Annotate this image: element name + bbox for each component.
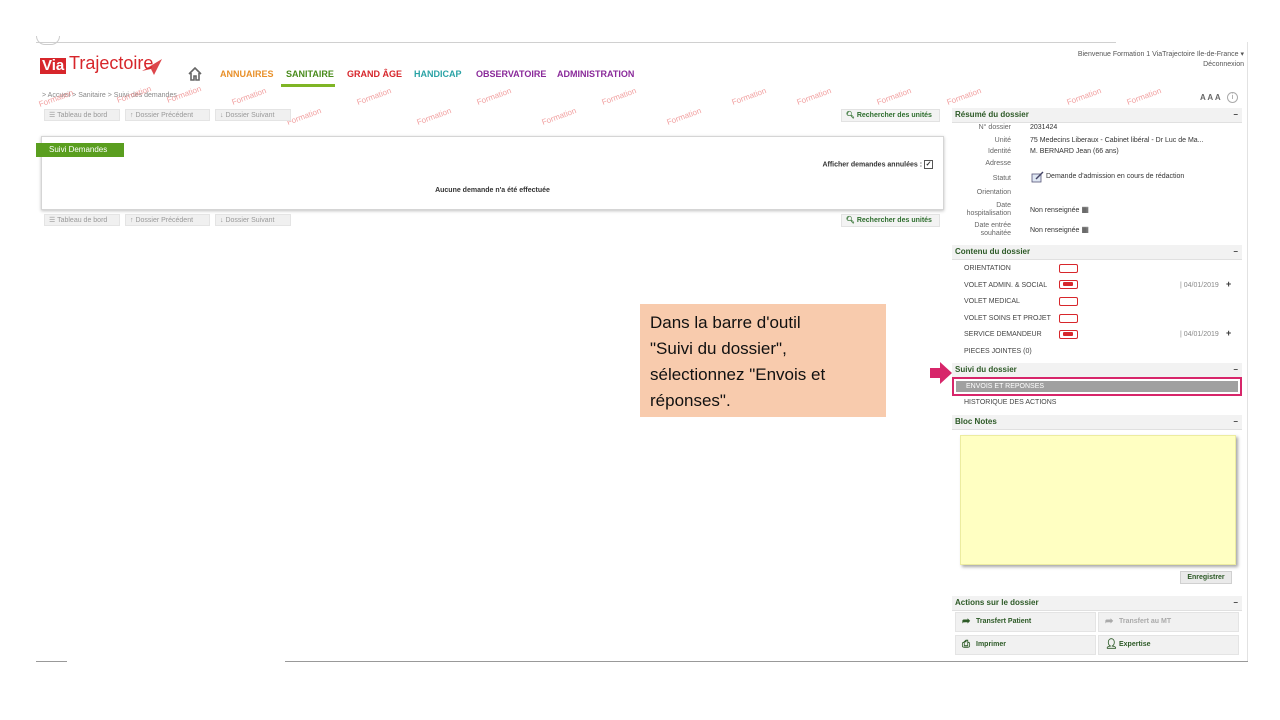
nav-grand-age[interactable]: GRAND ÂGE bbox=[347, 69, 402, 79]
welcome-text[interactable]: Bienvenue Formation 1 ViaTrajectoire Ile… bbox=[1078, 51, 1239, 58]
main-toolbar-bottom: ☰ Tableau de bord ↑ Dossier Précédent ↓ … bbox=[36, 214, 944, 227]
status-partial-icon bbox=[1059, 280, 1078, 289]
content-date: | 04/01/2019 bbox=[1180, 282, 1219, 289]
save-notes-button[interactable]: Enregistrer bbox=[1180, 571, 1232, 584]
requests-panel: Afficher demandes annulées : ✓ Aucune de… bbox=[41, 136, 944, 210]
right-border bbox=[1247, 42, 1248, 662]
show-cancelled-checkbox[interactable]: ✓ bbox=[924, 160, 933, 169]
nav-sanitaire[interactable]: SANITAIRE bbox=[286, 69, 334, 79]
formation-watermarks-right: Formation Formation Formation bbox=[946, 86, 1163, 107]
status-edit-icon bbox=[1031, 170, 1044, 183]
logout-link[interactable]: Déconnexion bbox=[1000, 60, 1244, 70]
add-icon[interactable]: + bbox=[1226, 279, 1231, 289]
search-units-button[interactable]: 🔍︎ Rechercher des unités bbox=[841, 109, 940, 122]
printer-icon: ⎙ bbox=[962, 639, 970, 650]
browser-tab-edge bbox=[36, 36, 60, 45]
content-item-service-demandeur[interactable]: SERVICE DEMANDEUR bbox=[964, 331, 1042, 338]
user-welcome: Bienvenue Formation 1 ViaTrajectoire Ile… bbox=[1000, 50, 1244, 70]
share-arrow-icon: ➦ bbox=[962, 616, 971, 627]
content-item-attachments[interactable]: PIECES JOINTES (0) bbox=[964, 348, 1032, 355]
summary-value: 2031424 bbox=[1030, 124, 1058, 131]
collapse-icon: – bbox=[1233, 598, 1238, 607]
followup-item-history[interactable]: HISTORIQUE DES ACTIONS bbox=[964, 399, 1056, 406]
nav-annuaires[interactable]: ANNUAIRES bbox=[220, 69, 274, 79]
next-record-button[interactable]: ↓ Dossier Suivant bbox=[215, 214, 291, 226]
viatrajectoire-logo[interactable]: Via Trajectoire bbox=[40, 53, 165, 83]
nav-administration[interactable]: ADMINISTRATION bbox=[557, 69, 634, 79]
calendar-icon: ▦ bbox=[1081, 205, 1089, 214]
tab-suivi-demandes[interactable]: Suivi Demandes bbox=[36, 143, 124, 157]
calendar-icon: ▦ bbox=[1081, 225, 1089, 234]
actions-header[interactable]: Actions sur le dossier – bbox=[952, 596, 1242, 611]
callout-line: réponses". bbox=[650, 391, 731, 410]
summary-label: Date hospitalisation bbox=[966, 202, 1011, 217]
status-empty-icon bbox=[1059, 297, 1078, 306]
callout-line: sélectionnez "Envois et bbox=[650, 365, 826, 384]
content-item-admin-social[interactable]: VOLET ADMIN. & SOCIAL bbox=[964, 282, 1047, 289]
contents-header[interactable]: Contenu du dossier – bbox=[952, 245, 1242, 260]
content-date: | 04/01/2019 bbox=[1180, 331, 1219, 338]
summary-label: Adresse bbox=[985, 160, 1011, 167]
content-item-medical[interactable]: VOLET MEDICAL bbox=[964, 298, 1020, 305]
dashboard-button[interactable]: ☰ Tableau de bord bbox=[44, 109, 120, 121]
user-menu-caret-icon[interactable]: ▾ bbox=[1240, 51, 1244, 58]
top-border bbox=[36, 42, 1116, 43]
summary-label: Unité bbox=[994, 137, 1011, 144]
callout-line: Dans la barre d'outil bbox=[650, 313, 801, 332]
notes-textarea[interactable] bbox=[960, 435, 1236, 565]
search-icon: 🔍︎ bbox=[846, 112, 855, 119]
print-button[interactable]: ⎙ Imprimer bbox=[955, 635, 1096, 655]
collapse-icon: – bbox=[1233, 110, 1238, 119]
summary-value: Non renseignée ▦ bbox=[1030, 225, 1089, 235]
summary-label: N° dossier bbox=[978, 124, 1011, 131]
status-partial-icon bbox=[1059, 330, 1078, 339]
instruction-callout: Dans la barre d'outil "Suivi du dossier"… bbox=[640, 304, 886, 417]
previous-record-button[interactable]: ↑ Dossier Précédent bbox=[125, 214, 210, 226]
summary-label: Statut bbox=[992, 175, 1011, 182]
share-arrow-icon: ➦ bbox=[1105, 616, 1114, 627]
notes-header[interactable]: Bloc Notes – bbox=[952, 415, 1242, 430]
summary-label: Orientation bbox=[976, 189, 1011, 196]
summary-value: Demande d'admission en cours de rédactio… bbox=[1046, 173, 1185, 180]
transfer-mt-button[interactable]: ➦ Transfert au MT bbox=[1098, 612, 1239, 632]
content-item-orientation[interactable]: ORIENTATION bbox=[964, 265, 1011, 272]
collapse-icon: – bbox=[1233, 365, 1238, 374]
home-icon[interactable] bbox=[188, 67, 202, 81]
transfer-patient-button[interactable]: ➦ Transfert Patient bbox=[955, 612, 1096, 632]
followup-header[interactable]: Suivi du dossier – bbox=[952, 363, 1242, 378]
bottom-border-gap bbox=[67, 660, 285, 662]
user-icon: 👤︎ bbox=[1105, 639, 1118, 650]
empty-message: Aucune demande n'a été effectuée bbox=[435, 187, 550, 194]
summary-label: Identité bbox=[988, 148, 1011, 155]
pointer-arrow-icon bbox=[930, 362, 952, 384]
dashboard-button[interactable]: ☰ Tableau de bord bbox=[44, 214, 120, 226]
add-icon[interactable]: + bbox=[1226, 328, 1231, 338]
content-item-soins-projet[interactable]: VOLET SOINS ET PROJET bbox=[964, 315, 1051, 322]
expertise-button[interactable]: 👤︎ Expertise bbox=[1098, 635, 1239, 655]
collapse-icon: – bbox=[1233, 417, 1238, 426]
search-icon: 🔍︎ bbox=[846, 217, 855, 224]
summary-value: Non renseignée ▦ bbox=[1030, 205, 1089, 215]
previous-record-button[interactable]: ↑ Dossier Précédent bbox=[125, 109, 210, 121]
summary-label: Date entrée souhaitée bbox=[974, 222, 1011, 237]
summary-value: 75 Medecins Liberaux - Cabinet libéral -… bbox=[1030, 137, 1204, 144]
logo-plane-icon bbox=[142, 59, 162, 75]
nav-handicap[interactable]: HANDICAP bbox=[414, 69, 462, 79]
status-empty-icon bbox=[1059, 264, 1078, 273]
callout-line: "Suivi du dossier", bbox=[650, 339, 787, 358]
logo-via: Via bbox=[40, 57, 67, 74]
search-units-button[interactable]: 🔍︎ Rechercher des unités bbox=[841, 214, 940, 227]
show-cancelled-toggle[interactable]: Afficher demandes annulées : ✓ bbox=[822, 160, 933, 169]
main-toolbar-top: ☰ Tableau de bord ↑ Dossier Précédent ↓ … bbox=[36, 109, 944, 122]
status-empty-icon bbox=[1059, 314, 1078, 323]
next-record-button[interactable]: ↓ Dossier Suivant bbox=[215, 109, 291, 121]
highlight-frame: ENVOIS ET REPONSES bbox=[952, 377, 1242, 396]
nav-observatoire[interactable]: OBSERVATOIRE bbox=[476, 69, 546, 79]
summary-value: M. BERNARD Jean (66 ans) bbox=[1030, 148, 1119, 155]
followup-item-envois-reponses[interactable]: ENVOIS ET REPONSES bbox=[956, 381, 1238, 392]
summary-header[interactable]: Résumé du dossier – bbox=[952, 108, 1242, 123]
collapse-icon: – bbox=[1233, 247, 1238, 256]
